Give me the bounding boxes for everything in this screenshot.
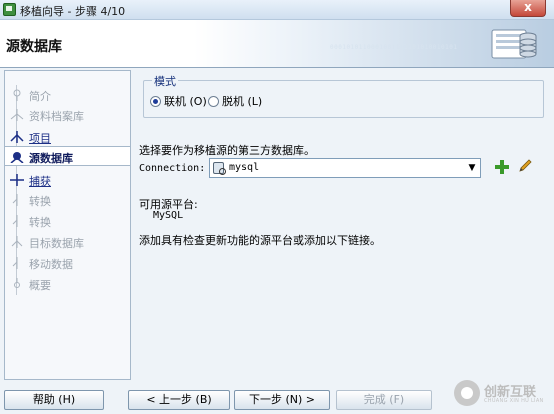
edit-pencil-icon[interactable]: [517, 158, 533, 174]
add-icon[interactable]: [495, 160, 509, 174]
page-title: 源数据库: [6, 39, 62, 55]
step-node-icon: [10, 174, 24, 186]
nav-item-capture[interactable]: 捕获: [5, 170, 130, 190]
nav-item-move-data: 移动数据: [5, 253, 130, 273]
nav-item-label: 简介: [29, 90, 51, 103]
window-title: 移植向导 - 步骤 4/10: [20, 5, 126, 18]
nav-item-label: 转换: [29, 216, 51, 229]
nav-item-project[interactable]: 项目: [5, 127, 130, 147]
nav-item-convert-2: 转换: [5, 211, 130, 231]
header-binary-decoration: 0001010110001001111101010010101: [330, 44, 458, 51]
nav-item-label[interactable]: 捕获: [29, 173, 51, 189]
nav-item-source-database[interactable]: 源数据库: [5, 146, 130, 166]
radio-unselected-icon[interactable]: [208, 95, 219, 107]
source-prompt: 选择要作为移植源的第三方数据库。: [139, 144, 315, 157]
wizard-header: 源数据库 0001010110001001111101010010101: [0, 20, 554, 68]
nav-item-label: 源数据库: [29, 152, 73, 165]
connection-select[interactable]: mysql ▼: [209, 158, 481, 178]
platform-hint: 添加具有检查更新功能的源平台或添加以下链接。: [139, 234, 381, 247]
help-button[interactable]: 帮助 (H): [4, 390, 104, 410]
online-radio-label[interactable]: 联机 (O): [164, 93, 207, 109]
step-node-icon: [10, 109, 24, 121]
database-graphic-icon: [491, 29, 537, 59]
nav-item-label[interactable]: 项目: [29, 130, 51, 146]
step-node-icon: [14, 278, 20, 288]
connection-value[interactable]: mysql: [229, 162, 259, 173]
nav-item-convert-1: 转换: [5, 190, 130, 210]
nav-item-label: 目标数据库: [29, 237, 84, 250]
step-node-active-icon: [10, 152, 24, 163]
title-bar: 移植向导 - 步骤 4/10 x: [0, 0, 554, 20]
watermark-logo-icon: [454, 380, 480, 406]
step-node-icon: [12, 257, 18, 269]
nav-item-target-database: 目标数据库: [5, 232, 130, 252]
offline-radio-label[interactable]: 脱机 (L): [222, 93, 262, 109]
database-icon: [213, 162, 226, 175]
radio-selected-icon[interactable]: [150, 95, 161, 107]
step-node-icon: [10, 131, 24, 143]
dropdown-arrow-icon[interactable]: ▼: [464, 159, 480, 177]
step-node-icon: [12, 215, 18, 227]
next-button[interactable]: 下一步 (N) >: [234, 390, 330, 410]
offline-radio[interactable]: 脱机 (L): [208, 94, 262, 108]
watermark-logo: 创新互联 CHUANG XIN HU LIAN: [452, 376, 552, 412]
step-node-icon: [11, 236, 23, 248]
close-button[interactable]: x: [510, 0, 546, 17]
online-radio[interactable]: 联机 (O): [150, 94, 207, 108]
mode-legend: 模式: [152, 73, 178, 89]
step-node-icon: [12, 194, 18, 206]
step-node-icon: [13, 89, 21, 101]
back-button[interactable]: < 上一步 (B): [128, 390, 230, 410]
app-icon: [3, 3, 16, 16]
nav-item-label: 资料档案库: [29, 110, 84, 123]
wizard-steps-nav: 简介 资料档案库 项目 源数据库 捕获 转换 转换 目标数据库 移动数据 概要: [4, 70, 131, 380]
nav-item-label: 移动数据: [29, 258, 73, 271]
wizard-content: 模式 联机 (O) 脱机 (L) 选择要作为移植源的第三方数据库。 Connec…: [131, 70, 554, 380]
nav-item-summary: 概要: [5, 274, 130, 294]
mode-group: 模式 联机 (O) 脱机 (L): [143, 73, 544, 118]
available-platform-value: MySQL: [153, 210, 184, 221]
nav-item-label: 转换: [29, 195, 51, 208]
nav-item-repository: 资料档案库: [5, 105, 130, 125]
nav-item-intro: 简介: [5, 85, 130, 105]
finish-button[interactable]: 完成 (F): [336, 390, 432, 410]
connection-label: Connection:: [139, 163, 206, 174]
watermark-subtext: CHUANG XIN HU LIAN: [484, 398, 544, 404]
nav-item-label: 概要: [29, 279, 51, 292]
